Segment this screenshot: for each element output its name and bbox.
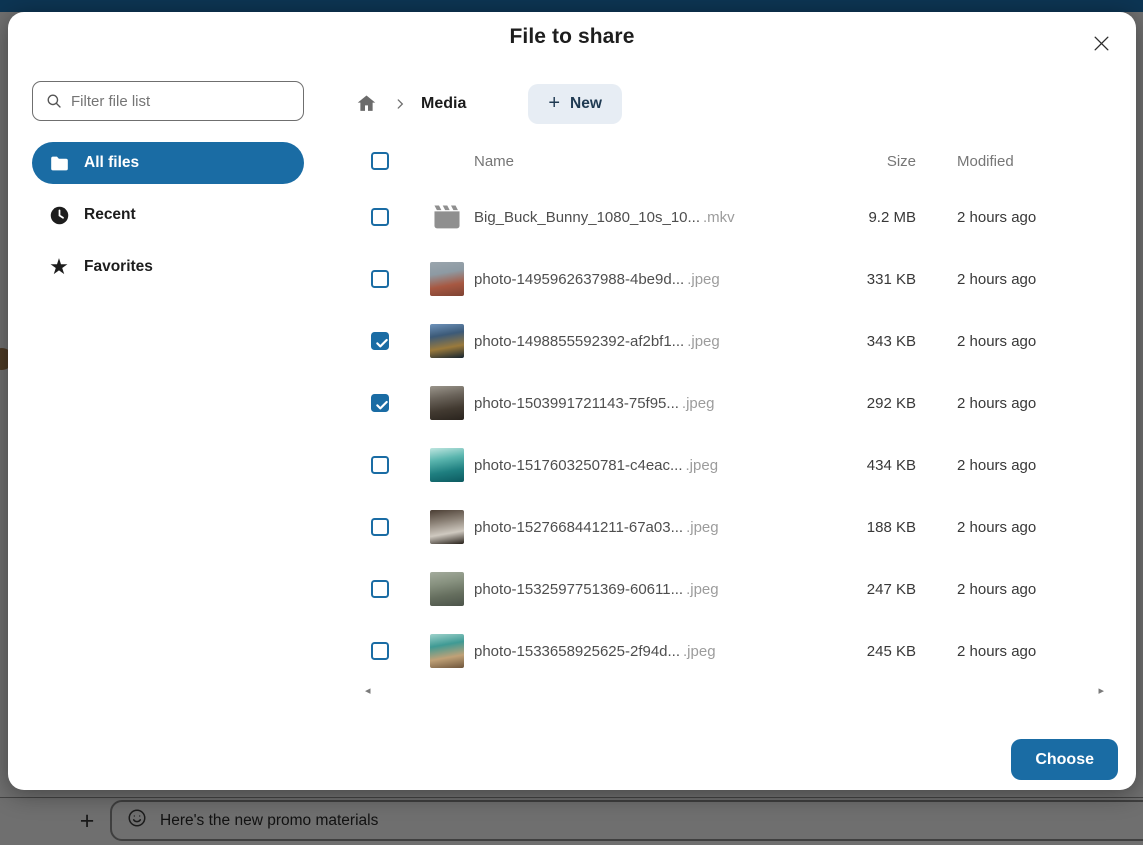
file-size: 343 KB: [816, 333, 916, 350]
file-row[interactable]: photo-1503991721143-75f95....jpeg 292 KB…: [355, 372, 1108, 434]
file-thumbnail: [430, 200, 464, 234]
horizontal-scroll-indicators: ◂ ▸: [355, 682, 1108, 697]
close-icon: [1084, 34, 1118, 53]
plus-icon: +: [548, 93, 560, 113]
choose-button[interactable]: Choose: [1011, 739, 1118, 780]
star-icon: ★: [48, 256, 70, 278]
sidebar-item-label: Favorites: [84, 258, 153, 276]
new-button[interactable]: + New: [528, 84, 622, 124]
home-icon: [356, 102, 377, 117]
file-size: 245 KB: [816, 643, 916, 660]
file-name: photo-1527668441211-67a03....jpeg: [474, 519, 816, 536]
file-row[interactable]: Big_Buck_Bunny_1080_10s_10....mkv 9.2 MB…: [355, 186, 1108, 248]
row-checkbox[interactable]: [371, 270, 389, 288]
app-header-bar: [0, 0, 1143, 12]
row-checkbox[interactable]: [371, 394, 389, 412]
file-row[interactable]: photo-1495962637988-4be9d....jpeg 331 KB…: [355, 248, 1108, 310]
new-button-label: New: [570, 95, 602, 113]
column-header-name[interactable]: Name: [474, 153, 816, 170]
row-checkbox[interactable]: [371, 518, 389, 536]
file-size: 292 KB: [816, 395, 916, 412]
file-modified: 2 hours ago: [951, 519, 1108, 536]
file-modified: 2 hours ago: [951, 581, 1108, 598]
file-row[interactable]: photo-1533658925625-2f94d....jpeg 245 KB…: [355, 620, 1108, 682]
file-thumbnail: [430, 262, 464, 296]
file-row[interactable]: photo-1517603250781-c4eac....jpeg 434 KB…: [355, 434, 1108, 496]
clock-icon: [48, 204, 70, 226]
file-size: 9.2 MB: [816, 209, 916, 226]
file-thumbnail: [430, 448, 464, 482]
select-all-checkbox[interactable]: [371, 152, 389, 170]
row-checkbox[interactable]: [371, 580, 389, 598]
folder-icon: [48, 152, 70, 174]
file-table-header: Name Size Modified: [355, 136, 1108, 186]
dialog-title: File to share: [8, 25, 1136, 49]
sidebar-item-label: Recent: [84, 206, 136, 224]
file-thumbnail: [430, 510, 464, 544]
chevron-right-icon: [393, 97, 407, 111]
file-name: photo-1503991721143-75f95....jpeg: [474, 395, 816, 412]
file-size: 331 KB: [816, 271, 916, 288]
row-checkbox[interactable]: [371, 642, 389, 660]
sidebar-item-all-files[interactable]: All files: [32, 142, 304, 184]
file-modified: 2 hours ago: [951, 395, 1108, 412]
file-modified: 2 hours ago: [951, 643, 1108, 660]
file-name: photo-1498855592392-af2bf1....jpeg: [474, 333, 816, 350]
video-clapperboard-icon: [431, 201, 463, 233]
dialog-sidebar: All files Recent ★ Favorites: [32, 81, 304, 298]
file-thumbnail: [430, 634, 464, 668]
file-name: photo-1495962637988-4be9d....jpeg: [474, 271, 816, 288]
file-modified: 2 hours ago: [951, 271, 1108, 288]
filter-file-list-input[interactable]: [32, 81, 304, 121]
row-checkbox[interactable]: [371, 456, 389, 474]
file-row[interactable]: photo-1498855592392-af2bf1....jpeg 343 K…: [355, 310, 1108, 372]
file-picker-dialog: File to share All files: [8, 12, 1136, 790]
close-button[interactable]: [1084, 26, 1118, 60]
file-size: 188 KB: [816, 519, 916, 536]
file-name: photo-1517603250781-c4eac....jpeg: [474, 457, 816, 474]
file-list: Big_Buck_Bunny_1080_10s_10....mkv 9.2 MB…: [355, 186, 1120, 682]
file-modified: 2 hours ago: [951, 209, 1108, 226]
row-checkbox[interactable]: [371, 208, 389, 226]
file-name: photo-1533658925625-2f94d....jpeg: [474, 643, 816, 660]
file-row[interactable]: photo-1527668441211-67a03....jpeg 188 KB…: [355, 496, 1108, 558]
column-header-modified[interactable]: Modified: [951, 153, 1108, 170]
file-modified: 2 hours ago: [951, 457, 1108, 474]
scroll-right-icon[interactable]: ▸: [1098, 686, 1104, 697]
breadcrumb-current-folder[interactable]: Media: [421, 95, 466, 113]
row-checkbox[interactable]: [371, 332, 389, 350]
file-modified: 2 hours ago: [951, 333, 1108, 350]
sidebar-item-recent[interactable]: Recent: [32, 194, 304, 236]
file-size: 247 KB: [816, 581, 916, 598]
file-thumbnail: [430, 386, 464, 420]
file-thumbnail: [430, 324, 464, 358]
breadcrumb: Media + New: [355, 84, 1120, 124]
file-name: Big_Buck_Bunny_1080_10s_10....mkv: [474, 209, 816, 226]
scroll-left-icon[interactable]: ◂: [365, 686, 371, 697]
file-row[interactable]: photo-1532597751369-60611....jpeg 247 KB…: [355, 558, 1108, 620]
sidebar-item-label: All files: [84, 154, 139, 172]
sidebar-item-favorites[interactable]: ★ Favorites: [32, 246, 304, 288]
file-thumbnail: [430, 572, 464, 606]
breadcrumb-home[interactable]: [355, 93, 377, 115]
file-size: 434 KB: [816, 457, 916, 474]
dialog-main: Media + New Name Size Modified: [355, 84, 1120, 697]
column-header-size[interactable]: Size: [816, 153, 916, 170]
file-table: Name Size Modified Big_Buck_Bunny_1080_1…: [355, 136, 1120, 697]
file-name: photo-1532597751369-60611....jpeg: [474, 581, 816, 598]
